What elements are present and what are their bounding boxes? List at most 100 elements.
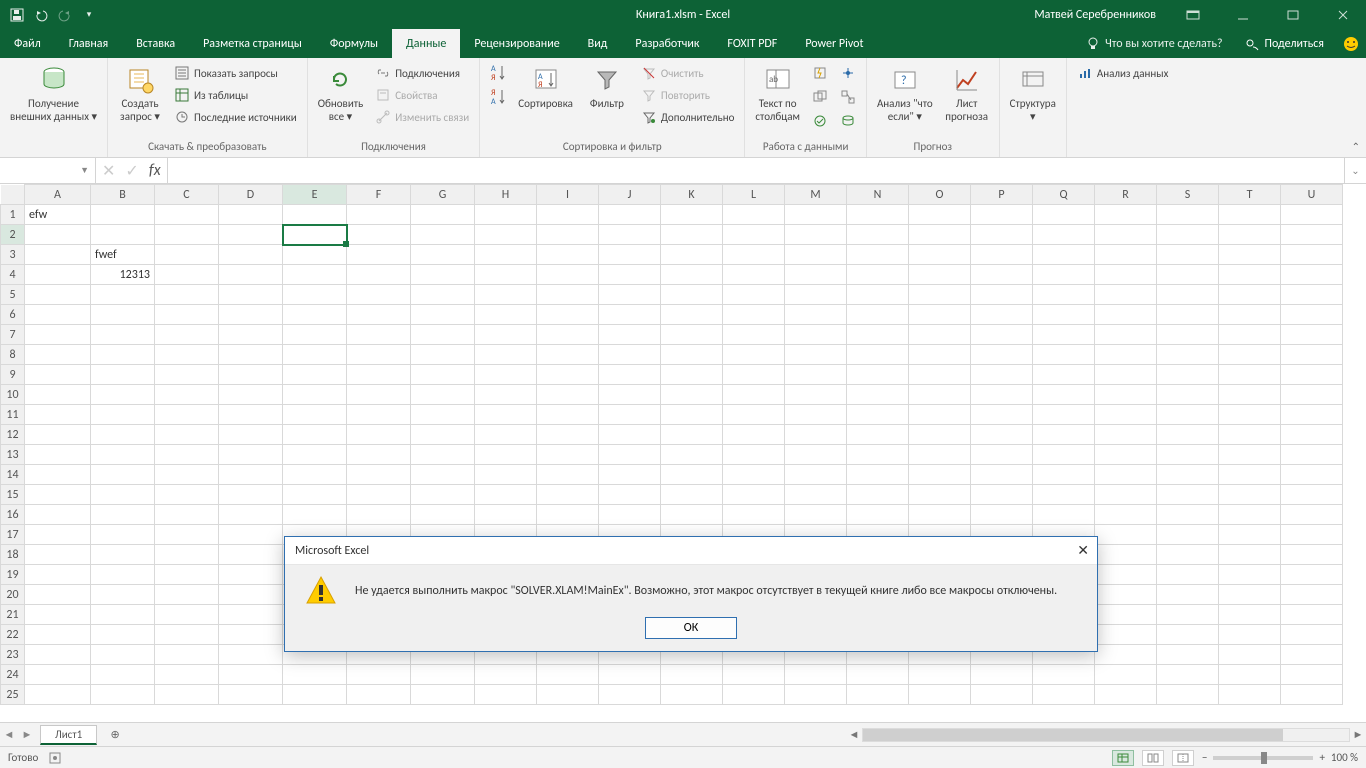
tab-home[interactable]: Главная — [55, 29, 122, 58]
data-validation-button[interactable] — [808, 110, 832, 132]
name-box[interactable]: ▼ — [0, 158, 96, 183]
ribbon-options-icon[interactable] — [1170, 0, 1216, 29]
sort-icon: АЯ — [530, 64, 562, 96]
clear-filter-label: Очистить — [661, 67, 704, 80]
share-icon — [1245, 37, 1259, 51]
get-external-data-label: Получение внешних данных ▾ — [10, 98, 97, 123]
filter-button[interactable]: Фильтр — [581, 62, 633, 111]
from-table-button[interactable]: Из таблицы — [170, 84, 301, 106]
connections-button[interactable]: Подключения — [371, 62, 473, 84]
view-normal-icon[interactable] — [1112, 750, 1134, 766]
forecast-sheet-button[interactable]: Лист прогноза — [941, 62, 993, 123]
insert-function-icon[interactable]: fx — [149, 161, 161, 180]
hscroll-thumb[interactable] — [863, 729, 1283, 741]
refresh-all-button[interactable]: Обновить все ▾ — [314, 62, 367, 123]
horizontal-scrollbar[interactable]: ◄ ► — [846, 728, 1366, 742]
relationships-button[interactable] — [836, 86, 860, 108]
tab-insert[interactable]: Вставка — [122, 29, 189, 58]
tell-me-search[interactable]: Что вы хотите сделать? — [1077, 29, 1232, 58]
manage-data-model-button[interactable] — [836, 110, 860, 132]
tab-powerpivot[interactable]: Power Pivot — [791, 29, 877, 58]
title-bar: ▾ Книга1.xlsm - Excel Матвей Серебренник… — [0, 0, 1366, 29]
zoom-in-icon[interactable]: + — [1319, 751, 1324, 764]
formula-bar: ▼ ✕ ✓ fx ⌄ — [0, 158, 1366, 184]
reapply-filter-label: Повторить — [661, 89, 710, 102]
view-page-break-icon[interactable] — [1172, 750, 1194, 766]
edit-links-icon — [375, 109, 391, 125]
view-page-layout-icon[interactable] — [1142, 750, 1164, 766]
minimize-icon[interactable] — [1220, 0, 1266, 29]
dialog-close-icon[interactable]: ✕ — [1077, 542, 1089, 559]
consolidate-button[interactable] — [836, 62, 860, 84]
analysis-icon — [1077, 65, 1093, 81]
tab-file[interactable]: Файл — [0, 29, 55, 58]
sort-label: Сортировка — [518, 98, 573, 111]
link-icon — [375, 65, 391, 81]
tab-formulas[interactable]: Формулы — [316, 29, 392, 58]
group-caption — [1067, 140, 1178, 157]
recent-sources-button[interactable]: Последние источники — [170, 106, 301, 128]
properties-button: Свойства — [371, 84, 473, 106]
save-icon[interactable] — [6, 4, 28, 26]
zoom-slider-knob[interactable] — [1261, 752, 1267, 764]
zoom-level[interactable]: 100 % — [1331, 751, 1358, 764]
status-ready: Готово — [8, 751, 38, 764]
formula-input[interactable] — [168, 158, 1344, 183]
redo-icon[interactable] — [54, 4, 76, 26]
outline-icon — [1017, 64, 1049, 96]
close-window-icon[interactable] — [1320, 0, 1366, 29]
recent-icon — [174, 109, 190, 125]
worksheet-area: ABCDEFGHIJKLMNOPQRSTU1efw23fwef412313567… — [0, 184, 1366, 722]
text-to-columns-button[interactable]: ab Текст по столбцам — [751, 62, 804, 123]
expand-formula-bar-icon[interactable]: ⌄ — [1344, 158, 1366, 183]
svg-text:Я: Я — [491, 73, 495, 83]
qat-customize-icon[interactable]: ▾ — [78, 4, 100, 26]
name-box-dropdown-icon[interactable]: ▼ — [80, 165, 89, 176]
tab-page-layout[interactable]: Разметка страницы — [189, 29, 316, 58]
svg-text:?: ? — [901, 74, 907, 88]
zoom-slider[interactable] — [1213, 756, 1313, 760]
tab-developer[interactable]: Разработчик — [621, 29, 713, 58]
reapply-filter-button: Повторить — [637, 84, 738, 106]
flash-fill-button[interactable] — [808, 62, 832, 84]
cancel-edit-icon: ✕ — [102, 161, 115, 181]
group-caption: Сортировка и фильтр — [480, 140, 744, 157]
sheet-nav-prev-icon[interactable]: ◄ — [0, 728, 18, 741]
sort-az-button[interactable]: АЯ — [486, 62, 510, 84]
data-analysis-button[interactable]: Анализ данных — [1073, 62, 1172, 84]
tab-view[interactable]: Вид — [574, 29, 622, 58]
hscroll-right-icon[interactable]: ► — [1350, 728, 1366, 741]
sheet-tab-active[interactable]: Лист1 — [40, 725, 97, 745]
group-caption: Работа с данными — [745, 140, 866, 157]
outline-button[interactable]: Структура ▾ — [1006, 62, 1060, 123]
get-external-data-button[interactable]: Получение внешних данных ▾ — [6, 62, 101, 123]
sort-az-icon: АЯ — [490, 65, 506, 81]
advanced-filter-button[interactable]: Дополнительно — [637, 106, 738, 128]
from-table-label: Из таблицы — [194, 89, 248, 102]
add-sheet-icon[interactable]: ⊕ — [103, 728, 127, 741]
macro-record-icon[interactable] — [48, 751, 62, 765]
tab-foxit[interactable]: FOXIT PDF — [713, 29, 791, 58]
undo-icon[interactable] — [30, 4, 52, 26]
ribbon-body: Получение внешних данных ▾ Создать запро… — [0, 58, 1366, 158]
new-query-button[interactable]: Создать запрос ▾ — [114, 62, 166, 123]
hscroll-left-icon[interactable]: ◄ — [846, 728, 862, 741]
user-name[interactable]: Матвей Серебренников — [1024, 8, 1166, 22]
sort-za-button[interactable]: ЯА — [486, 86, 510, 108]
zoom-out-icon[interactable]: − — [1202, 751, 1207, 764]
sort-button[interactable]: АЯ Сортировка — [514, 62, 577, 111]
tab-data[interactable]: Данные — [392, 29, 460, 58]
tab-review[interactable]: Рецензирование — [460, 29, 573, 58]
what-if-button[interactable]: ? Анализ "что если" ▾ — [873, 62, 937, 123]
share-label: Поделиться — [1265, 37, 1324, 51]
show-queries-button[interactable]: Показать запросы — [170, 62, 301, 84]
feedback-smiley-icon[interactable] — [1336, 29, 1366, 58]
list-icon — [174, 65, 190, 81]
remove-duplicates-button[interactable] — [808, 86, 832, 108]
share-button[interactable]: Поделиться — [1233, 29, 1336, 58]
maximize-icon[interactable] — [1270, 0, 1316, 29]
sheet-nav-next-icon[interactable]: ► — [18, 728, 36, 741]
collapse-ribbon-icon[interactable]: ⌃ — [1352, 140, 1360, 153]
dialog-ok-button[interactable]: ОК — [645, 617, 737, 639]
hscroll-track[interactable] — [862, 728, 1350, 742]
